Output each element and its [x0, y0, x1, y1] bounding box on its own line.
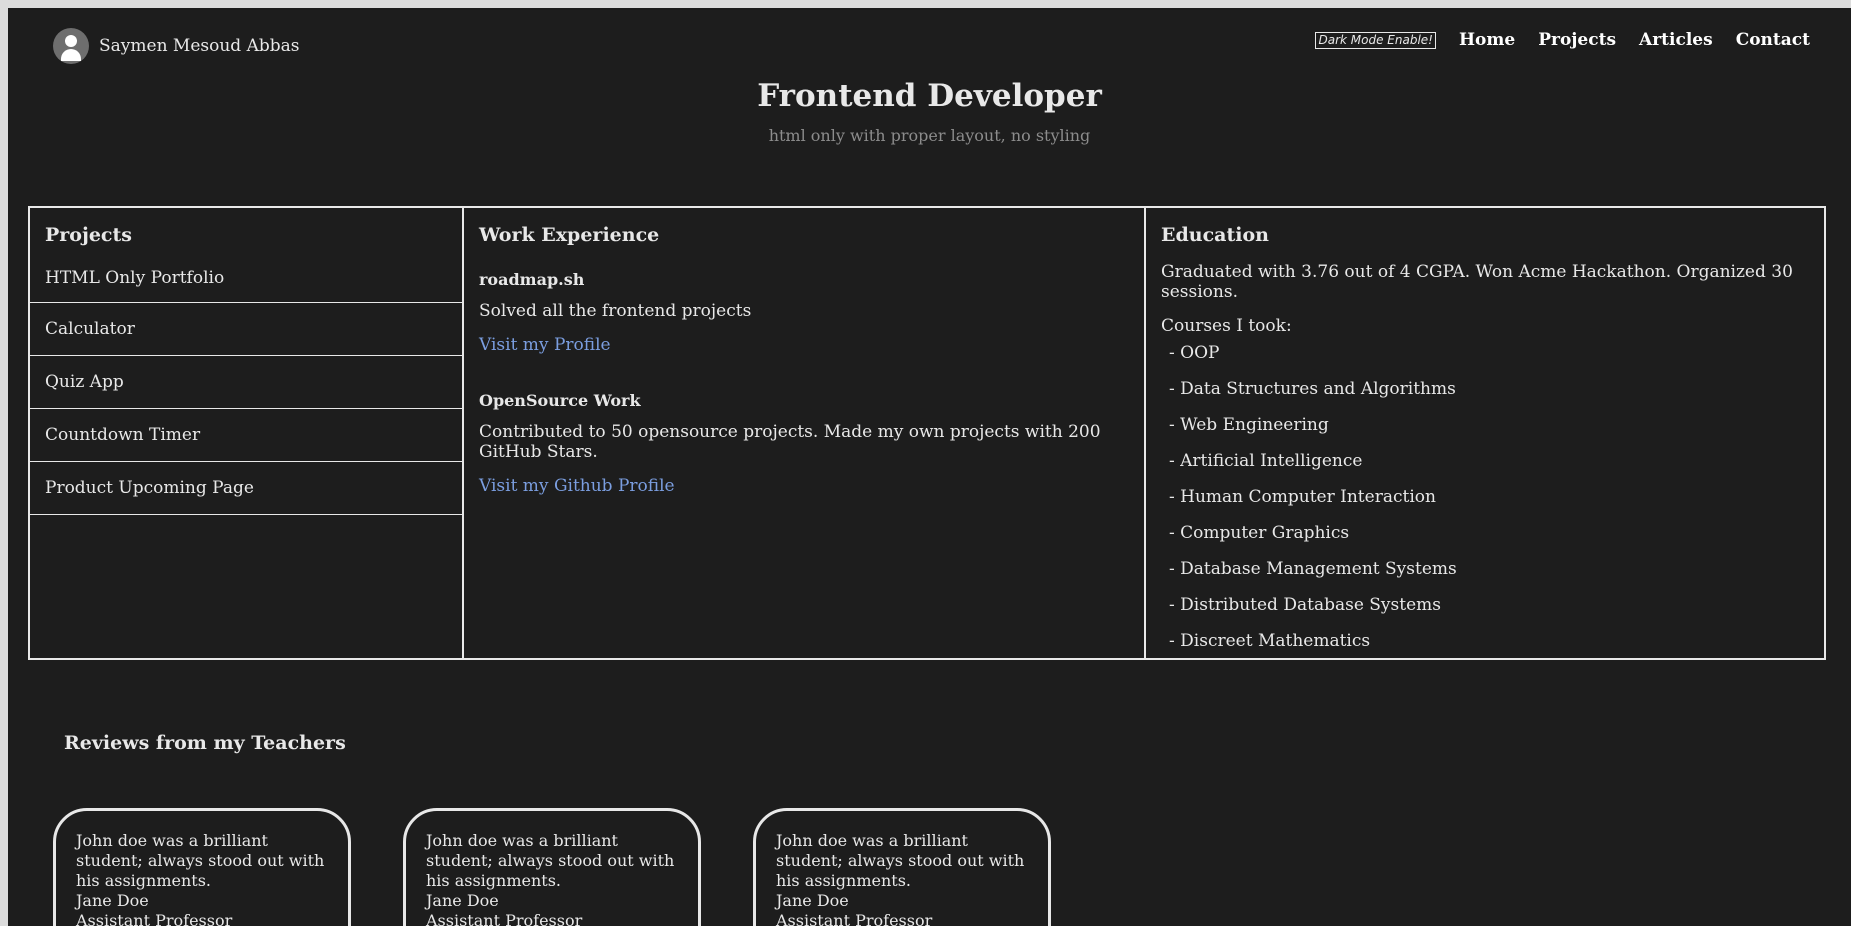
- course-item: - Discreet Mathematics: [1169, 631, 1371, 651]
- course-list: - OOP - Data Structures and Algorithms -…: [1161, 340, 1809, 664]
- nav-contact[interactable]: Contact: [1736, 30, 1810, 50]
- course-item: - Artificial Intelligence: [1169, 451, 1363, 471]
- review-quote: John doe was a brilliant student; always…: [76, 831, 325, 890]
- education-heading: Education: [1161, 224, 1269, 246]
- review-author: Jane Doe: [426, 891, 499, 910]
- course-item: - Computer Graphics: [1169, 523, 1350, 543]
- course-item: - Distributed Database Systems: [1169, 595, 1441, 615]
- education-summary: Graduated with 3.76 out of 4 CGPA. Won A…: [1161, 262, 1793, 302]
- review-card: John doe was a brilliant student; always…: [53, 808, 351, 926]
- project-item[interactable]: Calculator: [30, 303, 462, 356]
- review-card: John doe was a brilliant student; always…: [753, 808, 1051, 926]
- brand[interactable]: Saymen Mesoud Abbas: [53, 28, 299, 64]
- github-profile-link[interactable]: Visit my Github Profile: [479, 476, 675, 496]
- projects-heading: Projects: [45, 224, 132, 246]
- review-card: John doe was a brilliant student; always…: [403, 808, 701, 926]
- top-nav: Dark Mode Enable! Home Projects Articles…: [1315, 30, 1810, 50]
- projects-column: Projects HTML Only Portfolio Calculator …: [30, 208, 464, 658]
- review-quote: John doe was a brilliant student; always…: [776, 831, 1025, 890]
- work-column: Work Experience roadmap.sh Solved all th…: [464, 208, 1146, 658]
- nav-home[interactable]: Home: [1459, 30, 1515, 50]
- profile-link[interactable]: Visit my Profile: [479, 335, 611, 355]
- project-item[interactable]: Countdown Timer: [30, 409, 462, 462]
- work-description: Contributed to 50 opensource projects. M…: [479, 422, 1101, 462]
- work-company: OpenSource Work: [479, 391, 641, 410]
- work-entry: roadmap.sh Solved all the frontend proje…: [479, 270, 1129, 355]
- avatar-icon: [53, 28, 89, 64]
- courses-label: Courses I took:: [1161, 316, 1292, 336]
- page-title: Frontend Developer: [757, 78, 1102, 114]
- work-heading: Work Experience: [479, 224, 660, 246]
- project-item[interactable]: HTML Only Portfolio: [30, 260, 462, 303]
- review-role: Assistant Professor: [426, 911, 583, 926]
- review-author: Jane Doe: [76, 891, 149, 910]
- review-author: Jane Doe: [776, 891, 849, 910]
- work-entry: OpenSource Work Contributed to 50 openso…: [479, 391, 1129, 496]
- course-item: - Web Engineering: [1169, 415, 1329, 435]
- review-quote: John doe was a brilliant student; always…: [426, 831, 675, 890]
- hero: Frontend Developer html only with proper…: [8, 78, 1851, 145]
- course-item: - Database Management Systems: [1169, 559, 1457, 579]
- content-grid: Projects HTML Only Portfolio Calculator …: [28, 206, 1826, 660]
- review-role: Assistant Professor: [76, 911, 233, 926]
- education-column: Education Graduated with 3.76 out of 4 C…: [1146, 208, 1824, 658]
- work-description: Solved all the frontend projects: [479, 301, 752, 321]
- nav-articles[interactable]: Articles: [1639, 30, 1713, 50]
- project-item[interactable]: Product Upcoming Page: [30, 462, 462, 515]
- review-role: Assistant Professor: [776, 911, 933, 926]
- course-item: - Human Computer Interaction: [1169, 487, 1436, 507]
- project-list: HTML Only Portfolio Calculator Quiz App …: [30, 260, 462, 515]
- nav-projects[interactable]: Projects: [1538, 30, 1616, 50]
- course-item: - OOP: [1169, 343, 1220, 363]
- reviews-heading: Reviews from my Teachers: [64, 732, 346, 754]
- course-item: - Data Structures and Algorithms: [1169, 379, 1456, 399]
- page-subtitle: html only with proper layout, no styling: [768, 126, 1091, 145]
- project-item[interactable]: Quiz App: [30, 356, 462, 409]
- page: Saymen Mesoud Abbas Dark Mode Enable! Ho…: [8, 8, 1851, 926]
- brand-name: Saymen Mesoud Abbas: [99, 36, 300, 56]
- work-company: roadmap.sh: [479, 270, 585, 289]
- dark-mode-toggle[interactable]: Dark Mode Enable!: [1315, 31, 1436, 49]
